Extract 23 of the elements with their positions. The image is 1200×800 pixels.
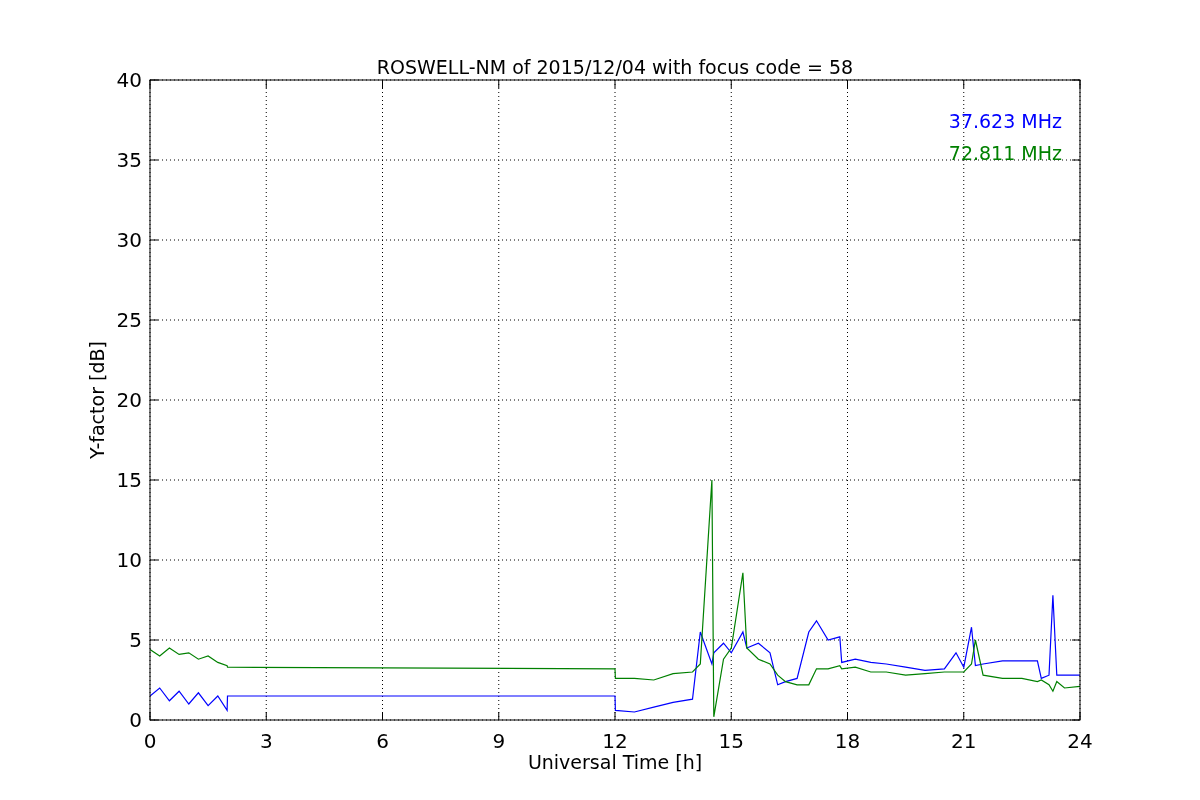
legend-label: 72.811 MHz	[948, 142, 1062, 164]
tick-label: 24	[1067, 729, 1093, 753]
chart-title: ROSWELL-NM of 2015/12/04 with focus code = 58	[376, 56, 854, 78]
tick-label: 30	[116, 228, 142, 252]
tick-label: 18	[834, 729, 861, 753]
axis-label: Universal Time [h]	[527, 751, 703, 773]
tick-label: 15	[116, 468, 142, 492]
tick-label: 20	[116, 388, 142, 412]
tick-label: 10	[116, 548, 142, 572]
tick-label: 12	[602, 729, 628, 753]
tick-label: 0	[129, 708, 142, 732]
tick-label: 0	[143, 729, 157, 753]
tick-label: 40	[116, 68, 142, 92]
tick-label: 25	[116, 308, 142, 332]
tick-label: 6	[376, 729, 389, 753]
tick-label: 35	[116, 148, 142, 172]
legend-label: 37.623 MHz	[948, 110, 1062, 132]
tick-label: 15	[718, 729, 744, 753]
tick-label: 3	[259, 729, 273, 753]
axis-label: Y-factor [dB]	[86, 341, 108, 459]
tick-label: 9	[492, 729, 506, 753]
tick-label: 5	[129, 628, 142, 652]
tick-label: 21	[951, 729, 977, 753]
